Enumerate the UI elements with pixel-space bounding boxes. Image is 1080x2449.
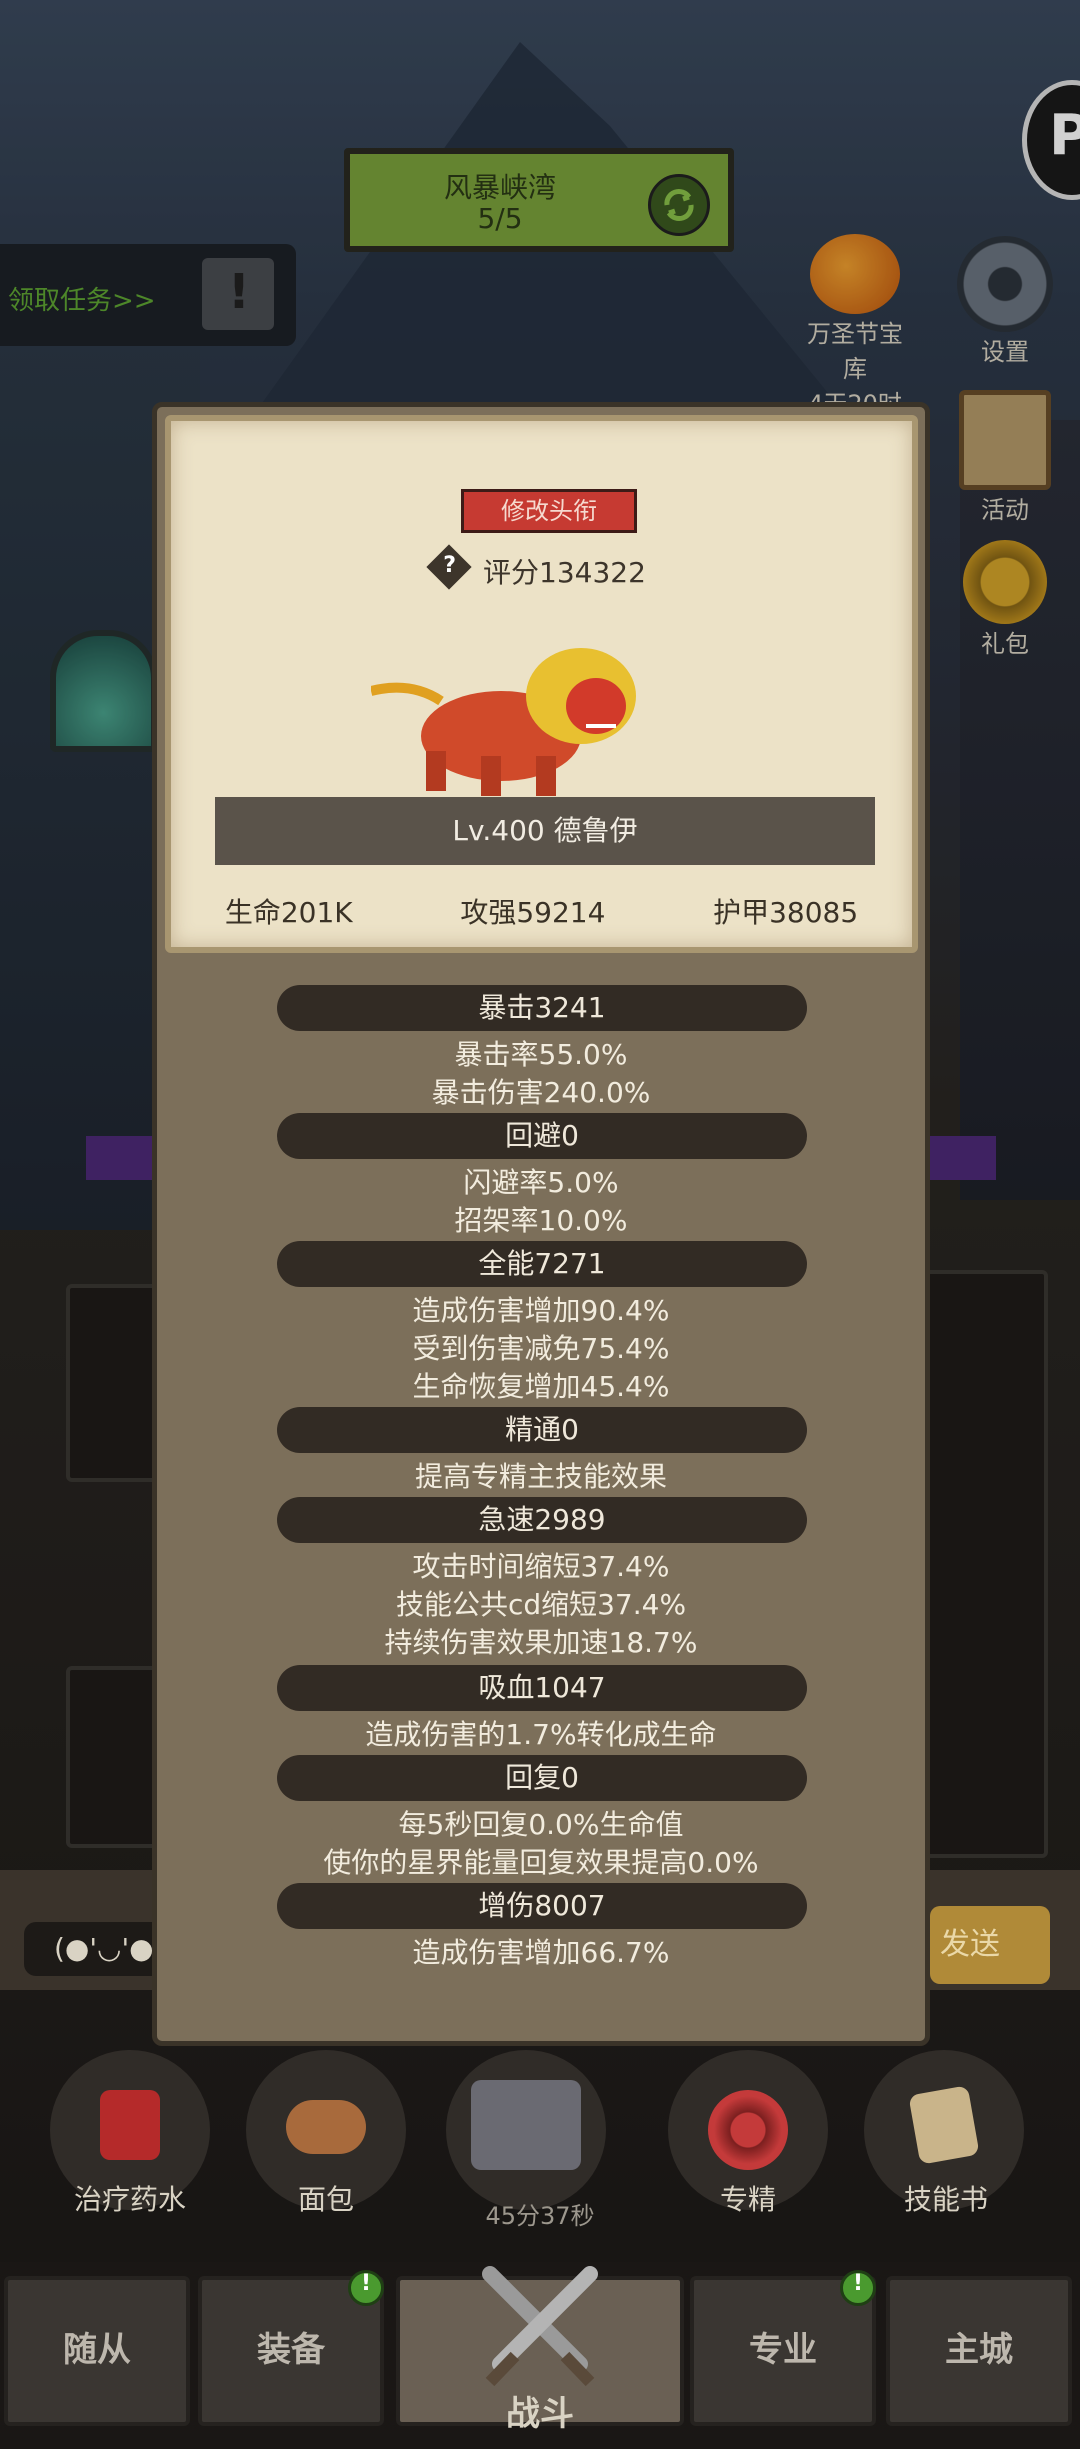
stat-detail: 造成伤害增加90.4% [412, 1294, 670, 1327]
character-card: 修改头衔 ? 评分134322 Lv.400 德鲁伊 生命201K 攻强5921… [165, 415, 918, 953]
potion-icon [100, 2090, 160, 2160]
armor-stat: 护甲38085 [713, 896, 859, 929]
base-stats-row: 生命201K 攻强59214 护甲38085 [171, 891, 912, 931]
tool-label: 技能书 [903, 2183, 988, 2216]
stat-detail: 使你的星界能量回复效果提高0.0% [323, 1846, 759, 1879]
druid-lion-form-image [371, 648, 636, 796]
tool-label: 专精 [719, 2183, 776, 2216]
stat-detail: 生命恢复增加45.4% [412, 1370, 670, 1403]
tool-chest[interactable] [446, 2050, 606, 2210]
chest-timer: 45分37秒 [485, 2202, 595, 2230]
dodge-section: 回避0 [277, 1113, 807, 1159]
stat-detail: 造成伤害增加66.7% [412, 1936, 670, 1969]
edit-title-button[interactable]: 修改头衔 [461, 489, 637, 533]
target-icon [708, 2090, 788, 2170]
stat-detail: 受到伤害减免75.4% [412, 1332, 670, 1365]
character-stats-modal: 修改头衔 ? 评分134322 Lv.400 德鲁伊 生命201K 攻强5921… [152, 402, 930, 2046]
tool-label: 治疗药水 [73, 2183, 186, 2216]
mastery-section: 精通0 [277, 1407, 807, 1453]
tool-label: 面包 [297, 2183, 354, 2216]
stat-detail: 每5秒回复0.0%生命值 [398, 1808, 684, 1841]
hp-stat: 生命201K [224, 896, 353, 929]
stat-detail: 招架率10.0% [454, 1204, 628, 1237]
character-name-bar: Lv.400 德鲁伊 [215, 797, 875, 865]
stat-detail: 提高专精主技能效果 [414, 1460, 667, 1493]
notification-dot-icon: ! [348, 2270, 384, 2306]
stat-detail: 技能公共cd缩短37.4% [395, 1588, 687, 1621]
send-button[interactable]: 发送 [930, 1906, 1050, 1984]
stat-detail: 闪避率5.0% [463, 1166, 619, 1199]
stat-detail: 造成伤害的1.7%转化成生命 [365, 1718, 717, 1751]
tab-followers[interactable]: 随从 [4, 2276, 190, 2426]
stat-detail: 暴击率55.0% [454, 1038, 628, 1071]
crit-section: 暴击3241 [277, 985, 807, 1031]
score-text: 评分134322 [483, 556, 646, 589]
crossed-swords-icon [482, 2266, 598, 2387]
damage-section: 增伤8007 [277, 1883, 807, 1929]
bread-icon [286, 2100, 366, 2154]
versatility-section: 全能7271 [277, 1241, 807, 1287]
question-icon[interactable]: ? [426, 544, 472, 590]
stat-detail: 攻击时间缩短37.4% [412, 1550, 670, 1583]
notification-dot-icon: ! [840, 2270, 876, 2306]
chest-icon [471, 2080, 581, 2170]
tab-battle-label[interactable]: 战斗 [450, 2386, 630, 2435]
haste-section: 急速2989 [277, 1497, 807, 1543]
regen-section: 回复0 [277, 1755, 807, 1801]
attack-stat: 攻强59214 [460, 896, 606, 929]
skillbook-icon [908, 2085, 980, 2165]
stat-detail: 持续伤害效果加速18.7% [384, 1626, 698, 1659]
stat-detail: 暴击伤害240.0% [431, 1076, 651, 1109]
tab-main-city[interactable]: 主城 [886, 2276, 1072, 2426]
lifesteal-section: 吸血1047 [277, 1665, 807, 1711]
